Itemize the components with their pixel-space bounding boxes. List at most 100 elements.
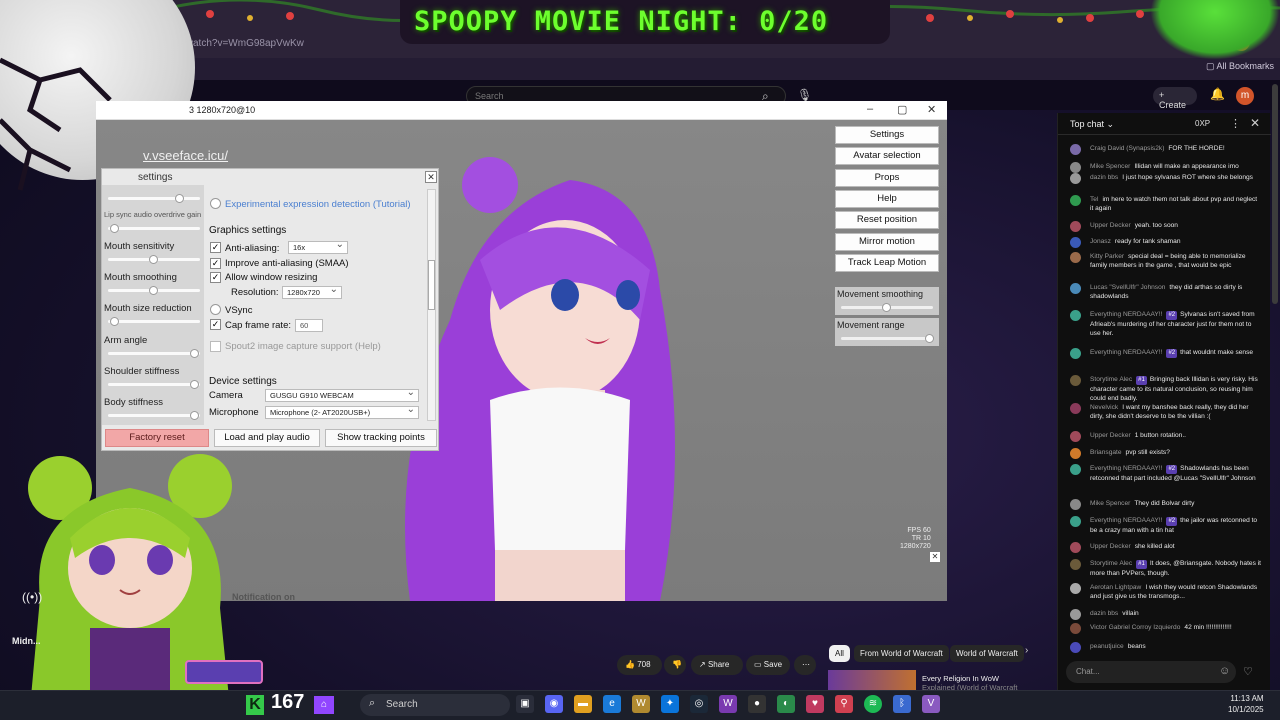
discord-icon[interactable]: ◉ xyxy=(545,695,563,713)
spotify-icon[interactable]: ≋ xyxy=(864,695,882,713)
chat-author[interactable]: Upper Decker xyxy=(1090,222,1131,229)
shoulder-stiffness-slider[interactable] xyxy=(108,380,200,389)
chat-avatar[interactable] xyxy=(1070,144,1081,155)
chat-author[interactable]: Everything NERDAAAY!! xyxy=(1090,465,1162,472)
close-chat-icon[interactable]: ✕ xyxy=(1250,116,1260,130)
minimize-icon[interactable]: – xyxy=(867,103,873,115)
factory-reset-button[interactable]: Factory reset xyxy=(105,429,209,447)
chat-input[interactable]: Chat... xyxy=(1066,661,1236,683)
slider-handle[interactable] xyxy=(190,349,200,358)
microphone-dropdown[interactable]: Microphone (2- AT2020USB+) xyxy=(265,404,419,419)
experimental-expression-radio[interactable] xyxy=(210,198,221,209)
chip-all[interactable]: All xyxy=(829,645,850,662)
steam-icon[interactable]: ◎ xyxy=(690,695,708,713)
slider-handle[interactable] xyxy=(149,255,158,264)
slider-handle[interactable] xyxy=(190,380,200,389)
chat-author[interactable]: Everything NERDAAAY!! xyxy=(1090,311,1162,318)
bluetooth-icon[interactable]: ᛒ xyxy=(893,695,911,713)
edge-icon[interactable]: e xyxy=(603,695,621,713)
chrome-icon[interactable]: ◐ xyxy=(777,695,795,713)
fps-close-icon[interactable]: ✕ xyxy=(930,552,940,562)
window-resizing-checkbox[interactable]: ✓ xyxy=(210,272,221,283)
chat-author[interactable]: dazin bbs xyxy=(1090,610,1118,617)
close-icon[interactable]: ✕ xyxy=(927,103,936,116)
chat-avatar[interactable] xyxy=(1070,237,1081,248)
vseeface-website-link[interactable]: v.vseeface.icu/ xyxy=(143,148,228,163)
taskbar-clock[interactable]: 11:13 AM 10/1/2025 xyxy=(1228,693,1264,715)
spout2-checkbox[interactable] xyxy=(210,341,221,352)
chat-author[interactable]: Everything NERDAAAY!! xyxy=(1090,517,1162,524)
chat-author[interactable]: Storytime Alec xyxy=(1090,376,1132,383)
slider-handle[interactable] xyxy=(110,317,120,326)
slider-handle[interactable] xyxy=(149,286,158,295)
mouth-sensitivity-slider[interactable] xyxy=(108,255,200,264)
chat-avatar[interactable] xyxy=(1070,375,1081,386)
cap-frame-rate-input[interactable]: 60 xyxy=(295,319,323,332)
spout2-help-link[interactable]: (Help) xyxy=(355,341,381,352)
slider-handle[interactable] xyxy=(925,334,935,343)
chat-author[interactable]: Everything NERDAAAY!! xyxy=(1090,349,1162,356)
save-button[interactable]: ▭ Save xyxy=(746,655,790,675)
track-leap-motion-button[interactable]: Track Leap Motion xyxy=(835,254,939,272)
chat-author[interactable]: Mike Spencer xyxy=(1090,163,1130,170)
emoji-icon[interactable]: ☺ xyxy=(1219,665,1230,677)
mouth-smoothing-slider[interactable] xyxy=(108,286,200,295)
smaa-checkbox[interactable]: ✓ xyxy=(210,258,221,269)
chat-author[interactable]: Upper Decker xyxy=(1090,543,1131,550)
chat-avatar[interactable] xyxy=(1070,464,1081,475)
help-button[interactable]: Help xyxy=(835,190,939,208)
chat-avatar[interactable] xyxy=(1070,583,1081,594)
chat-author[interactable]: Aerotan Lightpaw xyxy=(1090,584,1141,591)
dislike-button[interactable]: 👎 xyxy=(664,655,686,675)
load-audio-button[interactable]: Load and play audio xyxy=(214,429,320,447)
address-bar-url[interactable]: /watch?v=WmG98apVwKw xyxy=(183,38,304,49)
chat-avatar[interactable] xyxy=(1070,499,1081,510)
maximize-icon[interactable]: ▢ xyxy=(897,103,907,116)
chat-author[interactable]: Lucas "SvellUlfr" Johnson xyxy=(1090,284,1165,291)
anti-aliasing-dropdown[interactable]: 16x xyxy=(288,239,348,254)
chat-avatar[interactable] xyxy=(1070,348,1081,359)
chat-avatar[interactable] xyxy=(1070,623,1081,634)
microphone-icon[interactable]: 🎙 xyxy=(797,88,812,102)
task-view-icon[interactable]: ▣ xyxy=(516,695,534,713)
chip-wow[interactable]: World of Warcraft xyxy=(950,645,1024,662)
experimental-expression-row[interactable]: Experimental expression detection (Tutor… xyxy=(225,199,411,210)
chat-avatar[interactable] xyxy=(1070,283,1081,294)
anti-aliasing-checkbox[interactable]: ✓ xyxy=(210,242,221,253)
avatar-selection-button[interactable]: Avatar selection xyxy=(835,147,939,165)
heart-icon[interactable]: ♡ xyxy=(1243,665,1253,678)
notifications-bell-icon[interactable]: 🔔 xyxy=(1210,87,1225,101)
settings-button[interactable]: Settings xyxy=(835,126,939,144)
chat-avatar[interactable] xyxy=(1070,221,1081,232)
chat-author[interactable]: Victor Gabriel Corroy Izquierdo xyxy=(1090,624,1180,631)
file-explorer-icon[interactable]: ▬ xyxy=(574,695,592,713)
chat-avatar[interactable] xyxy=(1070,162,1081,173)
top-slider[interactable] xyxy=(108,194,200,203)
settings-close-icon[interactable]: ✕ xyxy=(425,171,437,183)
chip-from-wow[interactable]: From World of Warcraft xyxy=(854,645,949,662)
mirror-motion-button[interactable]: Mirror motion xyxy=(835,233,939,251)
page-scrollbar[interactable] xyxy=(1272,84,1278,304)
wow-icon[interactable]: W xyxy=(632,695,650,713)
chat-mode-dropdown[interactable]: Top chat ⌄ xyxy=(1070,119,1114,130)
chat-avatar[interactable] xyxy=(1070,448,1081,459)
body-stiffness-slider[interactable] xyxy=(108,411,200,420)
resolution-dropdown[interactable]: 1280x720 xyxy=(282,284,342,299)
create-button[interactable]: + Create xyxy=(1153,87,1197,110)
vsync-radio[interactable] xyxy=(210,304,221,315)
props-button[interactable]: Props xyxy=(835,169,939,187)
show-tracking-points-button[interactable]: Show tracking points xyxy=(325,429,437,447)
chat-avatar[interactable] xyxy=(1070,559,1081,570)
camera-dropdown[interactable]: GUSGU G910 WEBCAM xyxy=(265,387,419,402)
chat-author[interactable]: peanutjuice xyxy=(1090,643,1124,650)
share-button[interactable]: ↗ Share xyxy=(691,655,743,675)
chat-author[interactable]: Nevelvick xyxy=(1090,404,1118,411)
obs-icon[interactable]: ● xyxy=(748,695,766,713)
chat-author[interactable]: Briansgate xyxy=(1090,449,1122,456)
reset-position-button[interactable]: Reset position xyxy=(835,211,939,229)
more-actions-icon[interactable]: ⋯ xyxy=(794,655,816,675)
chat-author[interactable]: Storytime Alec xyxy=(1090,560,1132,567)
chat-author[interactable]: dazin bbs xyxy=(1090,174,1118,181)
slider-handle[interactable] xyxy=(174,194,184,203)
settings-scrollbar[interactable] xyxy=(427,189,436,421)
